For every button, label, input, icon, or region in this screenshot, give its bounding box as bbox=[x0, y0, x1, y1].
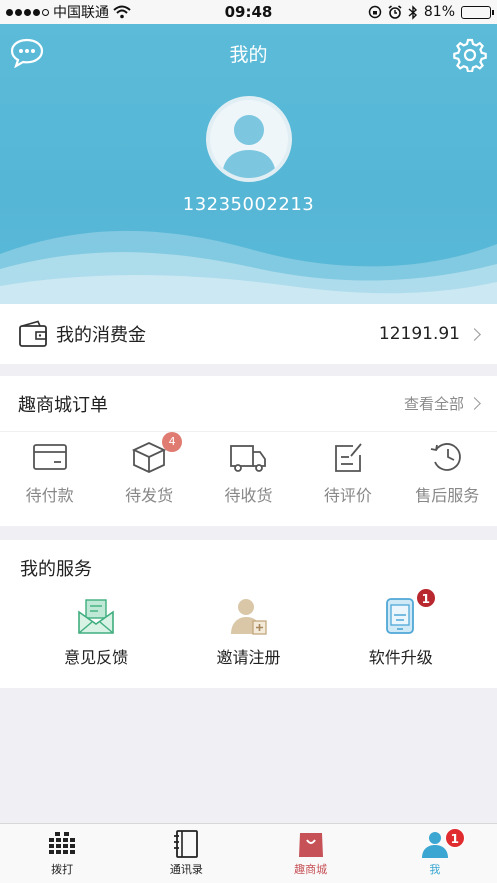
order-pending-receipt[interactable]: 待收货 bbox=[203, 440, 293, 506]
order-pending-review[interactable]: 待评价 bbox=[303, 440, 393, 506]
services-card: 我的服务 意见反馈 邀请注册 1 软件升级 bbox=[0, 540, 497, 688]
wallet-amount: 12191.91 bbox=[378, 324, 460, 344]
tab-label: 趣商城 bbox=[294, 863, 328, 876]
avatar[interactable] bbox=[206, 96, 292, 182]
carrier-name: 中国联通 bbox=[53, 5, 109, 21]
service-list: 意见反馈 邀请注册 1 软件升级 bbox=[0, 588, 497, 668]
tab-me[interactable]: 1 我 bbox=[373, 824, 497, 883]
truck-icon bbox=[230, 445, 267, 472]
notification-badge: 4 bbox=[162, 432, 183, 452]
tab-label: 拨打 bbox=[51, 863, 74, 876]
order-after-sales[interactable]: 售后服务 bbox=[402, 440, 492, 506]
tab-shop[interactable]: 趣商城 bbox=[249, 824, 373, 883]
orders-title: 趣商城订单 bbox=[18, 394, 108, 416]
chevron-right-icon bbox=[468, 397, 481, 410]
service-upgrade[interactable]: 1 软件升级 bbox=[346, 588, 456, 668]
order-item-label: 待评价 bbox=[323, 486, 372, 505]
service-label: 软件升级 bbox=[368, 648, 433, 667]
order-item-label: 待收货 bbox=[224, 486, 273, 505]
wallet-icon bbox=[19, 320, 47, 347]
service-label: 意见反馈 bbox=[64, 648, 129, 667]
contacts-book-icon bbox=[174, 830, 199, 858]
tab-contacts[interactable]: 通讯录 bbox=[124, 824, 248, 883]
phone-upgrade-icon bbox=[385, 598, 414, 634]
notification-badge: 1 bbox=[415, 588, 436, 608]
gear-icon[interactable] bbox=[453, 38, 487, 72]
battery-percent: 81% bbox=[423, 4, 455, 20]
history-clock-icon bbox=[431, 443, 462, 471]
page-title: 我的 bbox=[229, 44, 268, 66]
view-all-orders-link[interactable]: 查看全部 bbox=[403, 393, 481, 414]
card-icon bbox=[32, 444, 67, 470]
bottom-tab-bar: 拨打 通讯录 趣商城 1 我 bbox=[0, 823, 497, 883]
dialpad-icon bbox=[49, 832, 76, 854]
wave-decoration bbox=[0, 230, 497, 304]
order-pending-payment[interactable]: 待付款 bbox=[5, 440, 95, 506]
orders-card: 趣商城订单 查看全部 待付款 4 待发货 待收货 待评价 售后服务 bbox=[0, 376, 497, 526]
status-bar: 中国联通 09:48 81% bbox=[0, 0, 497, 24]
alarm-icon bbox=[388, 5, 402, 19]
profile-header: 我的 13235002213 bbox=[0, 24, 497, 304]
bluetooth-icon bbox=[408, 4, 417, 20]
edit-note-icon bbox=[334, 443, 362, 472]
status-right: 81% bbox=[368, 4, 494, 20]
orders-header: 趣商城订单 查看全部 bbox=[0, 376, 497, 432]
tab-label: 通讯录 bbox=[169, 863, 203, 876]
status-time: 09:48 bbox=[224, 3, 273, 21]
shopping-bag-icon bbox=[298, 833, 323, 857]
add-user-icon bbox=[231, 599, 268, 635]
service-invite[interactable]: 邀请注册 bbox=[193, 596, 303, 668]
wallet-label: 我的消费金 bbox=[56, 325, 146, 346]
wallet-row[interactable]: 我的消费金 12191.91 bbox=[0, 304, 497, 364]
person-icon bbox=[222, 115, 276, 178]
service-feedback[interactable]: 意见反馈 bbox=[41, 596, 151, 668]
order-item-label: 售后服务 bbox=[415, 486, 480, 505]
order-item-label: 待付款 bbox=[25, 486, 74, 505]
view-all-label: 查看全部 bbox=[403, 395, 464, 413]
service-label: 邀请注册 bbox=[216, 648, 281, 667]
order-item-label: 待发货 bbox=[125, 486, 174, 505]
battery-icon bbox=[461, 5, 494, 19]
notification-badge: 1 bbox=[444, 828, 465, 848]
wifi-icon bbox=[113, 5, 131, 19]
mail-icon bbox=[78, 599, 114, 634]
rotation-lock-icon bbox=[368, 5, 382, 19]
order-pending-shipment[interactable]: 4 待发货 bbox=[104, 432, 194, 506]
tab-label: 我 bbox=[429, 863, 441, 876]
signal-strength-icon bbox=[6, 8, 49, 16]
user-phone: 13235002213 bbox=[182, 194, 315, 215]
chevron-right-icon bbox=[468, 327, 481, 341]
status-left: 中国联通 bbox=[6, 2, 131, 22]
order-status-list: 待付款 4 待发货 待收货 待评价 售后服务 bbox=[0, 432, 497, 506]
tab-dial[interactable]: 拨打 bbox=[0, 824, 124, 883]
